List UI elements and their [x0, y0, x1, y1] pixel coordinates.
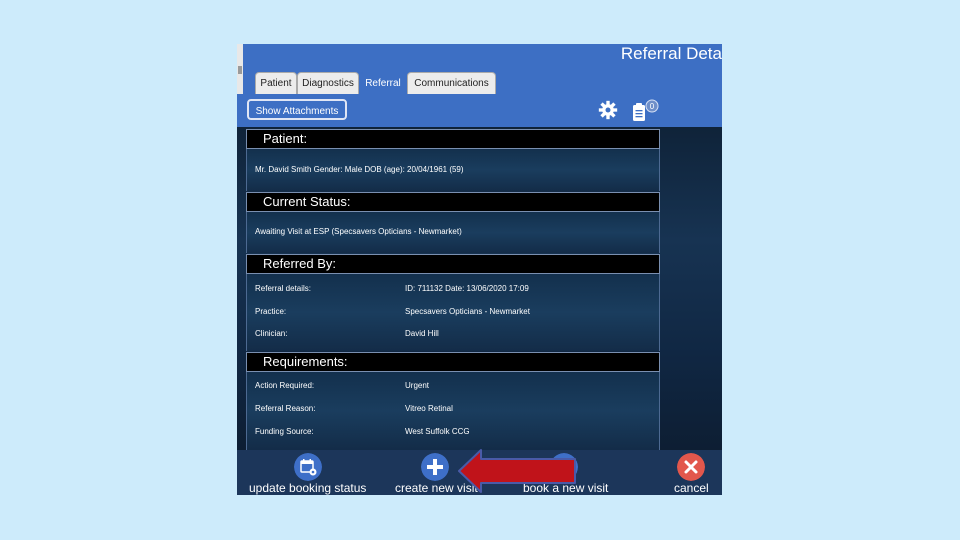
requirements-section: Requirements: Action Required: Urgent Re… [246, 352, 660, 450]
section-heading: Requirements: [246, 352, 660, 372]
toolbar: Show Attachments 0 [237, 94, 722, 130]
detail-value: Urgent [405, 381, 430, 390]
show-attachments-button[interactable]: Show Attachments [247, 99, 347, 120]
detail-label: Referral Reason: [255, 404, 316, 413]
update-booking-status-button[interactable]: update booking status [237, 450, 377, 495]
action-label: update booking status [249, 481, 367, 495]
detail-value: Specsavers Opticians - Newmarket [405, 307, 530, 316]
section-body: Awaiting Visit at ESP (Specsavers Optici… [246, 212, 660, 253]
section-heading: Patient: [246, 129, 660, 149]
section-body: Action Required: Urgent Referral Reason:… [246, 372, 660, 450]
referral-content: Patient: Mr. David Smith Gender: Male DO… [237, 127, 722, 450]
tab-diagnostics[interactable]: Diagnostics [297, 72, 359, 94]
plus-icon [421, 453, 449, 481]
detail-label: Referral details: [255, 284, 312, 293]
referred-by-section: Referred By: Referral details: ID: 71113… [246, 254, 660, 351]
detail-label: Clinician: [255, 329, 288, 338]
patient-info: Mr. David Smith Gender: Male DOB (age): … [255, 165, 464, 174]
referral-details-window: Referral Deta Patient Diagnostics Referr… [237, 44, 722, 495]
section-body: Mr. David Smith Gender: Male DOB (age): … [246, 149, 660, 191]
section-body: Referral details: ID: 711132 Date: 13/06… [246, 274, 660, 351]
scroll-marker [238, 66, 242, 74]
detail-label: Funding Source: [255, 427, 314, 436]
status-text: Awaiting Visit at ESP (Specsavers Optici… [255, 227, 462, 236]
detail-value: West Suffolk CCG [405, 427, 470, 436]
detail-label: Practice: [255, 307, 287, 316]
clipboard-icon[interactable]: 0 [632, 99, 660, 123]
cancel-button[interactable]: cancel [667, 450, 722, 495]
action-label: cancel [674, 481, 709, 495]
gear-icon[interactable] [598, 100, 618, 120]
close-icon [677, 453, 705, 481]
tab-referral[interactable]: Referral [359, 72, 407, 95]
status-section: Current Status: Awaiting Visit at ESP (S… [246, 192, 660, 253]
section-heading: Referred By: [246, 254, 660, 274]
patient-section: Patient: Mr. David Smith Gender: Male DO… [246, 129, 660, 191]
detail-value: ID: 711132 Date: 13/06/2020 17:09 [405, 284, 529, 293]
tab-communications[interactable]: Communications [407, 72, 496, 94]
tab-patient[interactable]: Patient [255, 72, 297, 94]
detail-value: David Hill [405, 329, 439, 338]
attachment-count-badge: 0 [650, 102, 655, 111]
window-title: Referral Deta [620, 44, 722, 63]
detail-value: Vitreo Retinal [405, 404, 453, 413]
detail-label: Action Required: [255, 381, 315, 390]
left-arrow-annotation [458, 449, 576, 493]
section-heading: Current Status: [246, 192, 660, 212]
calendar-gear-icon [294, 453, 322, 481]
